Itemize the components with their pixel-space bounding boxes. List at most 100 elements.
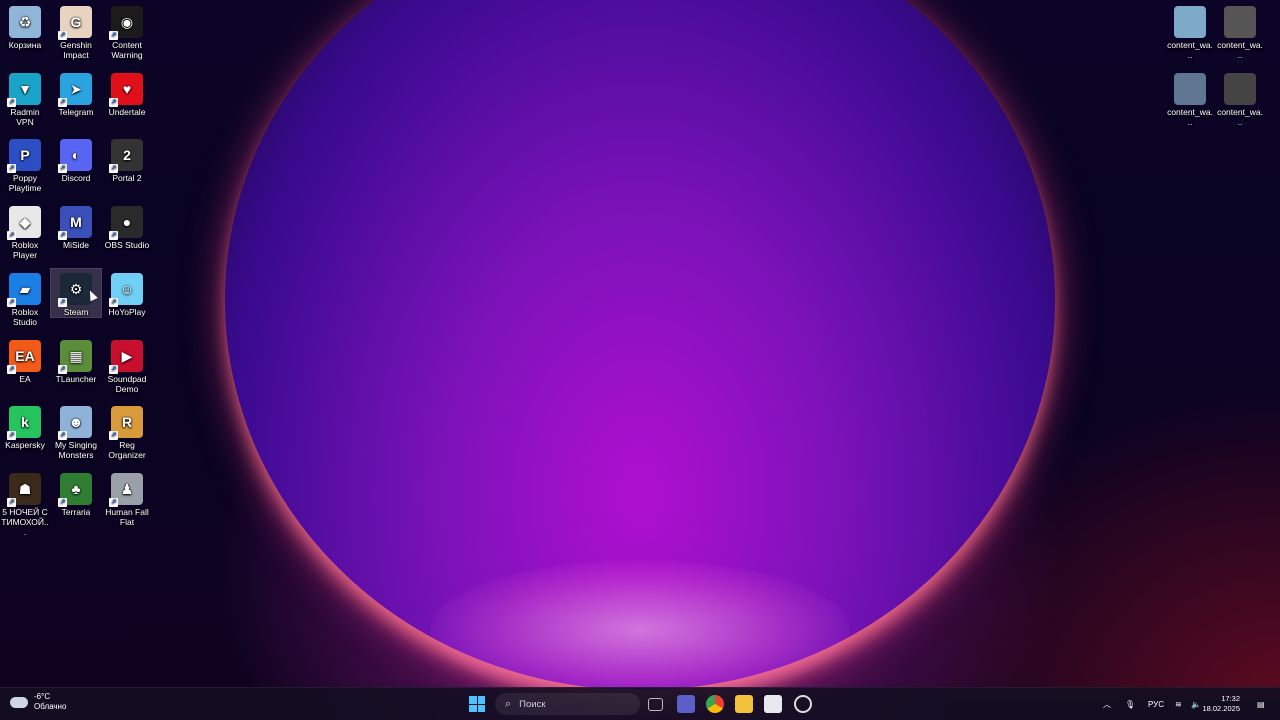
search-icon: ⌕ [505, 697, 512, 710]
desktop-icon[interactable]: EA ↗ EA [0, 336, 50, 384]
desktop-icon[interactable]: ▶ ↗ Soundpad Demo [102, 336, 152, 394]
desktop-icon[interactable]: 2 ↗ Portal 2 [102, 135, 152, 183]
app-icon: ➤ ↗ [58, 72, 92, 107]
desktop-icon-label: OBS Studio [104, 240, 150, 251]
notification-icon[interactable]: ▤ [1257, 688, 1265, 720]
desktop-icon-label: Steam [63, 306, 89, 317]
desktop-icon-label: HoYoPlay [108, 306, 146, 317]
desktop-icon[interactable]: k ↗ Kaspersky [0, 402, 50, 450]
app-icon: ☻ ↗ [58, 406, 92, 441]
desktop-icon[interactable]: G ↗ Genshin Impact [51, 2, 101, 60]
shortcut-arrow-icon: ↗ [58, 31, 67, 40]
desktop-icon-label: Terraria [61, 506, 91, 517]
desktop-icon[interactable]: R ↗ Reg Organizer [102, 402, 152, 460]
app-icon: ▰ ↗ [7, 272, 41, 307]
desktop-icon[interactable]: ● ↗ OBS Studio [102, 202, 152, 250]
desktop-icon-label: My Singing Monsters [54, 440, 98, 461]
wifi-icon[interactable]: ≋ [1175, 688, 1182, 720]
image-thumbnail-icon [1224, 6, 1256, 38]
image-thumbnail-icon [1174, 6, 1206, 38]
language-indicator[interactable]: РУС [1148, 688, 1164, 720]
file-explorer-icon[interactable] [735, 695, 753, 713]
chrome-icon[interactable] [706, 695, 724, 713]
desktop-icon[interactable]: P ↗ Poppy Playtime [0, 135, 50, 193]
desktop-icon[interactable]: ☺ ↗ HoYoPlay [102, 269, 152, 317]
desktop-icon-label: content_wa... [1217, 106, 1263, 127]
desktop-icon-label: content_wa... [1167, 106, 1213, 127]
shortcut-arrow-icon: ↗ [109, 364, 118, 374]
weather-widget[interactable]: -6°C Облачно [10, 692, 66, 712]
desktop-icon-label: Telegram [58, 106, 94, 117]
image-thumbnail-icon [1174, 72, 1206, 105]
desktop-icon[interactable]: ♻ Корзина [0, 2, 50, 50]
desktop-file-icon[interactable]: content_wa... [1165, 69, 1215, 127]
windows-logo-tile [477, 704, 485, 712]
shortcut-arrow-icon: ↗ [7, 231, 16, 241]
app-icon: ♣ ↗ [58, 472, 92, 507]
windows-logo-tile [469, 696, 477, 704]
weather-text: Облачно [34, 702, 67, 711]
app-icon: P ↗ [7, 139, 41, 174]
microphone-icon[interactable]: 🎙 [1125, 688, 1135, 720]
taskbar: -6°C Облачно ⌕ Поиск ︿ 🎙 РУС ≋ 🔈 17:32 1… [0, 687, 1280, 720]
app-icon: ☗ ↗ [7, 472, 41, 507]
shortcut-arrow-icon: ↗ [58, 431, 67, 441]
desktop-icon[interactable]: ▼ ↗ Radmin VPN [0, 69, 50, 127]
shortcut-arrow-icon: ↗ [109, 497, 118, 507]
search-placeholder: Поиск [519, 698, 546, 710]
desktop-icon[interactable]: ➤ ↗ Telegram [51, 69, 101, 117]
desktop-icon-label: 5 НОЧЕЙ С ТИМОХОЙ... [1, 506, 49, 537]
desktop-icon[interactable]: ☗ ↗ 5 НОЧЕЙ С ТИМОХОЙ... [0, 469, 50, 537]
desktop-file-icon[interactable]: content_wa... [1215, 2, 1265, 60]
windows-logo-tile [469, 704, 477, 712]
wallpaper-orb [225, 0, 1055, 690]
task-view-icon[interactable] [648, 698, 663, 711]
shortcut-arrow-icon: ↗ [58, 97, 67, 107]
app-icon: ☺ ↗ [109, 272, 143, 307]
desktop-icon[interactable]: ♣ ↗ Terraria [51, 469, 101, 517]
desktop-icon[interactable]: ▰ ↗ Roblox Studio [0, 269, 50, 327]
start-button[interactable] [469, 696, 485, 712]
shortcut-arrow-icon: ↗ [58, 297, 67, 307]
desktop-file-icon[interactable]: content_wa... [1165, 2, 1215, 60]
clock-time: 17:32 [1221, 694, 1240, 703]
desktop-file-icon[interactable]: content_wa... [1215, 69, 1265, 127]
desktop-icon[interactable]: ♥ ↗ Undertale [102, 69, 152, 117]
desktop-icon[interactable]: ☻ ↗ My Singing Monsters [51, 402, 101, 460]
shortcut-arrow-icon: ↗ [109, 231, 118, 241]
desktop-icon[interactable]: ◉ ↗ Content Warning [102, 2, 152, 60]
app-icon: ♻ [9, 6, 41, 38]
desktop-icon[interactable]: M ↗ MiSide [51, 202, 101, 250]
cloud-icon [10, 696, 28, 708]
taskbar-search[interactable]: ⌕ Поиск [495, 693, 640, 715]
desktop-icon-label: Poppy Playtime [8, 173, 42, 194]
desktop-icon[interactable]: ▦ ↗ TLauncher [51, 336, 101, 384]
obs-studio-taskbar-icon[interactable] [794, 695, 812, 713]
shortcut-arrow-icon: ↗ [58, 231, 67, 241]
desktop-icon[interactable]: ◐ ↗ Discord [51, 135, 101, 183]
shortcut-arrow-icon: ↗ [109, 97, 118, 107]
app-icon: EA ↗ [7, 339, 41, 374]
app-icon: k ↗ [7, 406, 41, 441]
clock[interactable]: 17:32 18.02.2025 [1202, 694, 1240, 714]
desktop-icon[interactable]: ♟ ↗ Human Fall Flat [102, 469, 152, 527]
volume-icon[interactable]: 🔈 [1191, 688, 1201, 720]
desktop-icon-label: Radmin VPN [10, 106, 40, 127]
teams-icon[interactable] [677, 695, 695, 713]
desktop-icon-label: Content Warning [111, 40, 143, 60]
desktop-icon-label: Корзина [8, 40, 42, 50]
desktop-icon-label: content_wa... [1167, 40, 1213, 60]
app-icon: ⚙ ↗ [58, 272, 92, 307]
app-icon: ● ↗ [109, 206, 143, 241]
shortcut-arrow-icon: ↗ [7, 364, 16, 374]
desktop-icon[interactable]: ◆ ↗ Roblox Player [0, 202, 50, 260]
shortcut-arrow-icon: ↗ [58, 364, 67, 374]
app-icon: G ↗ [58, 6, 92, 40]
tray-overflow-chevron-icon[interactable]: ︿ [1103, 688, 1111, 720]
shortcut-arrow-icon: ↗ [7, 497, 16, 507]
app-icon: M ↗ [58, 206, 92, 241]
store-icon[interactable] [764, 695, 782, 713]
desktop-icon-label: EA [19, 373, 31, 384]
shortcut-arrow-icon: ↗ [7, 164, 16, 174]
windows-logo-tile [477, 696, 485, 704]
